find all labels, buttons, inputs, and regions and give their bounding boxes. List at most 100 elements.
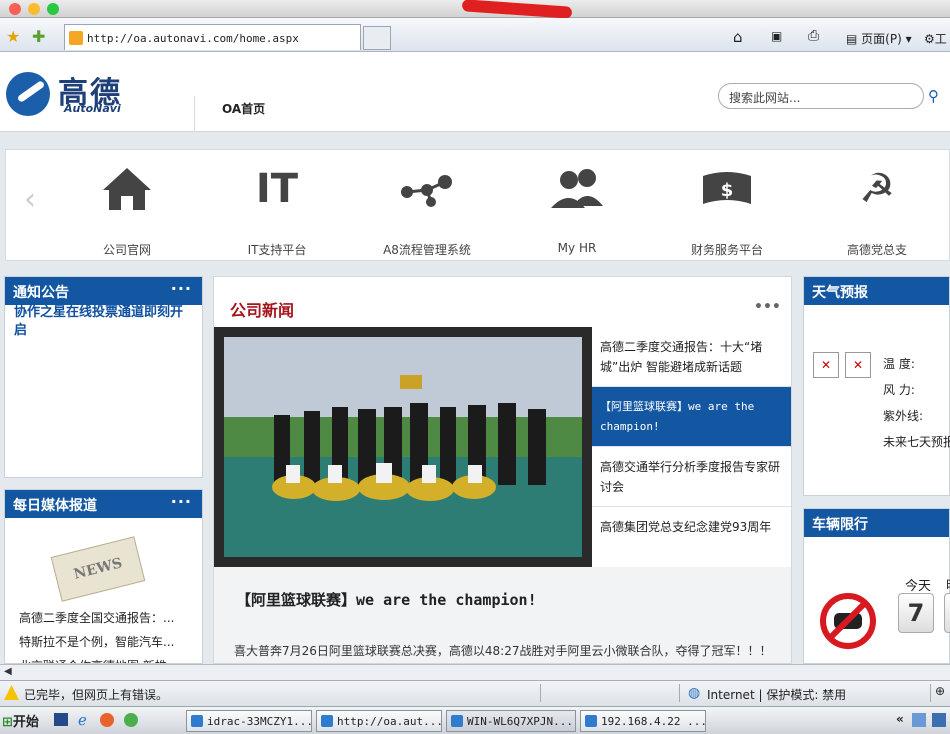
media-panel: 每日媒体报道 ··· NEWS 高德二季度全国交通报告：... 特斯拉不是个例，…: [4, 489, 203, 664]
site-search-input[interactable]: 搜索此网站...: [718, 83, 924, 109]
tray-expand-icon[interactable]: «: [896, 712, 904, 726]
security-zone-text: Internet | 保护模式: 禁用: [707, 688, 847, 702]
close-window-button[interactable]: [9, 3, 21, 15]
home-icon[interactable]: ⌂: [733, 28, 743, 46]
carousel-prev-icon[interactable]: ‹: [24, 182, 36, 217]
windows-taskbar: ⊞开始 ℯ idrac-33MCZY1... http://oa.aut... …: [0, 706, 950, 734]
weather-temp-label: 温 度:: [883, 357, 915, 371]
quick-link-label: 财务服务平台: [690, 243, 763, 257]
news-list-item[interactable]: 高德集团党总支纪念建党93周年: [592, 507, 791, 567]
firefox-quicklaunch-icon[interactable]: [100, 713, 114, 727]
add-favorite-icon[interactable]: ✚: [32, 27, 45, 46]
browser-status-bar: 已完毕，但网页上有错误。 ◍ Internet | 保护模式: 禁用 ⊕: [0, 680, 950, 706]
no-car-sign-icon: [820, 593, 876, 649]
start-label: 开始: [12, 715, 39, 730]
quick-link-label: 高德党总支: [846, 243, 907, 257]
tab-url: http://oa.autonavi.com/home.aspx: [87, 32, 299, 45]
tray-icon[interactable]: [912, 713, 926, 727]
taskbar-item-active[interactable]: WIN-WL6Q7XPJN...: [446, 710, 576, 732]
traffic-header: 车辆限行: [804, 509, 949, 537]
taskbar-item[interactable]: 192.168.4.22 ...: [580, 710, 706, 732]
print-icon[interactable]: ⎙: [808, 28, 819, 44]
notice-panel: 通知公告 ··· 协作之星在线投票通道即刻开启: [4, 276, 203, 478]
tools-menu-label: 工: [934, 32, 947, 46]
svg-text:$: $: [721, 180, 734, 201]
quick-link-finance[interactable]: $ 财务服务平台: [652, 150, 802, 262]
broken-image-icon: ✕: [813, 352, 839, 378]
page-menu-label: 页面(P): [861, 32, 902, 46]
status-text: 已完毕，但网页上有错误。: [24, 688, 169, 702]
media-title: 每日媒体报道: [13, 498, 97, 514]
scroll-left-icon[interactable]: ◀: [4, 666, 12, 677]
traffic-restriction-panel: 车辆限行 今天 7 明: [803, 508, 950, 664]
news-title: 公司新闻: [230, 301, 295, 320]
traffic-next-label: 明: [946, 575, 950, 594]
zoom-window-button[interactable]: [47, 3, 59, 15]
workflow-icon: [397, 164, 457, 214]
quick-link-label: A8流程管理系统: [383, 243, 471, 257]
traffic-today-label: 今天: [905, 579, 932, 594]
site-favicon-icon: [69, 31, 83, 45]
it-icon: IT: [255, 166, 299, 212]
favorites-star-icon[interactable]: ★: [6, 27, 20, 46]
news-caption-title[interactable]: 【阿里篮球联赛】we are the champion!: [236, 589, 537, 610]
weather-header: 天气预报: [804, 277, 949, 305]
house-icon: [97, 164, 157, 214]
warning-icon[interactable]: [4, 685, 19, 700]
news-list-item-active[interactable]: 【阿里篮球联赛】we are the champion!: [592, 387, 791, 447]
media-item[interactable]: 高德二季度全国交通报告：...: [19, 606, 199, 630]
browser-quicklaunch-icon[interactable]: [124, 713, 138, 727]
news-list-item[interactable]: 高德二季度交通报告：十大“堵城”出炉 智能避堵成新话题: [592, 327, 791, 387]
nav-oa-home[interactable]: OA首页: [222, 100, 265, 117]
minimize-window-button[interactable]: [28, 3, 40, 15]
weather-panel: 天气预报 ✕ ✕ 温 度: 风 力: 紫外线: 未来七天预报: [803, 276, 950, 496]
media-item[interactable]: 北京联通合作高德地图 新推...: [19, 654, 199, 663]
news-more-button[interactable]: •••: [754, 299, 781, 315]
quick-link-it-support[interactable]: IT IT支持平台: [202, 150, 352, 262]
weather-uv-label: 紫外线:: [883, 409, 924, 423]
media-item[interactable]: 特斯拉不是个例，智能汽车...: [19, 630, 199, 654]
basketball-team-photo[interactable]: [224, 337, 582, 557]
notice-more-button[interactable]: ···: [171, 279, 192, 298]
page-menu[interactable]: ▤ 页面(P) ▾: [846, 30, 912, 47]
site-header: 高德 AutoNavi OA首页 搜索此网站... ⚲: [0, 52, 950, 132]
quick-link-company-site[interactable]: 公司官网: [52, 150, 202, 262]
quick-link-party-branch[interactable]: ☭ 高德党总支: [802, 150, 950, 262]
quick-link-label: My HR: [557, 241, 597, 255]
ie-quicklaunch-icon[interactable]: ℯ: [78, 711, 87, 729]
browser-tab[interactable]: http://oa.autonavi.com/home.aspx: [64, 24, 361, 50]
news-list-item[interactable]: 高德交通举行分析季度报告专家研讨会: [592, 447, 791, 507]
new-tab-button[interactable]: [363, 26, 391, 50]
show-desktop-icon[interactable]: [54, 713, 68, 726]
news-photo-frame: [214, 327, 592, 567]
rss-feed-icon[interactable]: ▣: [771, 29, 782, 43]
company-news-panel: 公司新闻 ••• 高德二季度交通报告：十大“堵城”出炉 智能避堵成新话题 【阿里…: [213, 276, 792, 664]
notice-item[interactable]: 协作之星在线投票通道即刻开启: [14, 304, 194, 340]
quick-link-my-hr[interactable]: My HR: [502, 150, 652, 262]
start-button[interactable]: ⊞开始: [2, 711, 39, 730]
money-icon: $: [697, 164, 757, 214]
header-divider: [194, 96, 195, 132]
horizontal-scrollbar[interactable]: ◀: [0, 664, 950, 680]
logo-english: AutoNavi: [64, 102, 121, 115]
search-icon[interactable]: ⚲: [928, 87, 939, 105]
quick-link-a8-workflow[interactable]: A8流程管理系统: [352, 150, 502, 262]
traffic-today-number: 7: [898, 593, 934, 633]
taskbar-item[interactable]: http://oa.aut...: [316, 710, 442, 732]
taskbar-item[interactable]: idrac-33MCZY1...: [186, 710, 312, 732]
weather-wind-label: 风 力:: [883, 383, 915, 397]
traffic-next-number: [944, 593, 950, 633]
traffic-title: 车辆限行: [812, 517, 868, 533]
web-page: 高德 AutoNavi OA首页 搜索此网站... ⚲ ‹ 公司官网 IT IT…: [0, 52, 950, 664]
status-panes: [540, 684, 680, 702]
notice-header: 通知公告 ···: [5, 277, 202, 305]
media-more-button[interactable]: ···: [171, 492, 192, 511]
zoom-icon[interactable]: ⊕: [930, 684, 950, 702]
windows-logo-icon: ⊞: [2, 715, 13, 730]
tools-menu[interactable]: ⚙工: [924, 30, 947, 47]
autonavi-logo-icon: [6, 72, 50, 116]
weather-forecast-link[interactable]: 未来七天预报: [883, 433, 950, 450]
tray-icon[interactable]: [932, 713, 946, 727]
news-caption-text: 喜大普奔7月26日阿里篮球联赛总决赛，高德以48:27战胜对手阿里云小微联合队，…: [234, 644, 772, 658]
internet-globe-icon: ◍: [688, 685, 701, 701]
